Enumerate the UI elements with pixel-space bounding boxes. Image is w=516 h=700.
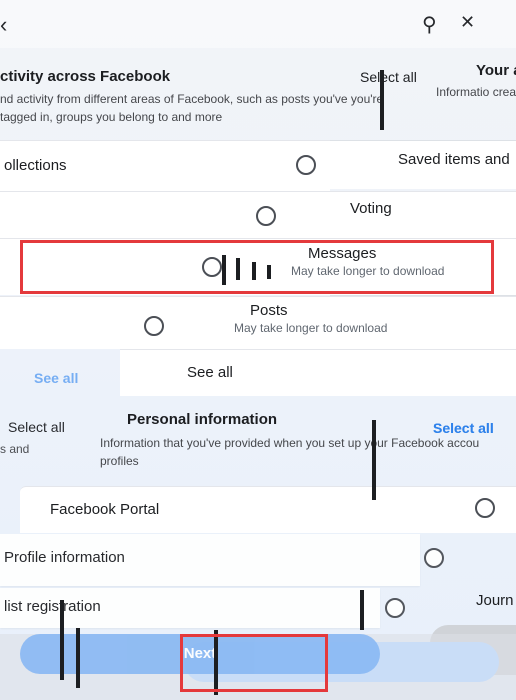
messages-highlight-box <box>20 240 494 294</box>
see-all-link[interactable]: See all <box>187 364 233 381</box>
voting-label: Voting <box>350 200 392 217</box>
personal-select-all[interactable]: Select all <box>433 420 494 436</box>
voting-radio[interactable] <box>256 206 276 226</box>
posts-radio[interactable] <box>144 316 164 336</box>
activity-section-description: nd activity from different areas of Face… <box>0 92 384 124</box>
facebook-portal-label: Facebook Portal <box>50 501 160 518</box>
see-all-row[interactable]: See all <box>120 349 516 396</box>
activity-section-title: ctivity across Facebook <box>0 68 171 85</box>
footer-highlight-box <box>180 634 328 692</box>
facebook-portal-row[interactable]: Facebook Portal <box>20 486 516 533</box>
collections-row[interactable]: ollections <box>0 140 330 191</box>
activity-select-all[interactable]: Select all <box>360 69 417 85</box>
posts-sublabel: May take longer to download <box>234 321 388 335</box>
collections-label: ollections <box>4 157 67 174</box>
facebook-portal-radio[interactable] <box>475 498 495 518</box>
personal-information-title: Personal information <box>127 411 278 428</box>
glitch-bar <box>380 70 384 130</box>
glitch-bar <box>360 590 364 630</box>
posts-row[interactable]: Posts May take longer to download <box>0 296 516 349</box>
posts-label: Posts <box>250 302 288 319</box>
personal-information-description: Information that you've provided when yo… <box>100 436 480 468</box>
glitch-bar <box>76 628 80 688</box>
glitch-bar <box>372 420 376 500</box>
collections-radio[interactable] <box>296 155 316 175</box>
glitch-bar <box>60 600 64 680</box>
front-layer: ctivity across Facebook Select all nd ac… <box>0 0 516 700</box>
